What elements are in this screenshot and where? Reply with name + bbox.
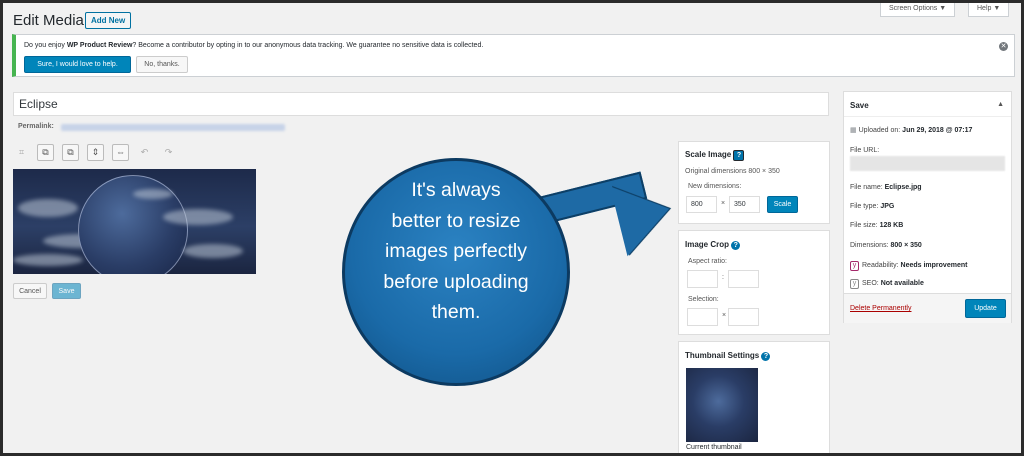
update-button[interactable]: Update <box>965 299 1006 318</box>
crop-icon[interactable]: ⌗ <box>13 144 30 161</box>
scale-image-title: Scale Image ? <box>685 150 745 161</box>
divider <box>844 116 1011 117</box>
file-type: File type: JPG <box>850 203 895 210</box>
rotate-right-icon[interactable]: ⧉ <box>62 144 79 161</box>
original-dimensions: Original dimensions 800 × 350 <box>685 168 780 175</box>
opt-in-button[interactable]: Sure, I would love to help. <box>24 56 131 73</box>
data-tracking-notice: Do you enjoy WP Product Review? Become a… <box>12 34 1015 77</box>
callout-line: better to resize <box>391 209 521 232</box>
scale-image-panel: Scale Image ? Original dimensions 800 × … <box>678 141 830 224</box>
colon-sign: : <box>722 274 724 281</box>
edit-media-screen: Screen Options ▼ Help ▼ Edit Media Add N… <box>3 3 1021 453</box>
aspect-height-input[interactable] <box>728 270 759 288</box>
current-thumbnail-label: Current thumbnail <box>686 444 742 451</box>
dimensions: Dimensions: 800 × 350 <box>850 242 922 249</box>
flip-horizontal-icon[interactable]: ⇔ <box>112 144 129 161</box>
help-tab[interactable]: Help ▼ <box>968 3 1010 17</box>
callout-text: It's always better to resize images perf… <box>362 175 550 328</box>
file-url-field[interactable] <box>850 156 1005 171</box>
callout-line: them. <box>431 301 481 323</box>
save-box-title: Save <box>850 101 869 110</box>
times-sign: × <box>722 312 727 319</box>
selection-label: Selection: <box>688 296 719 303</box>
screen-options-tab[interactable]: Screen Options ▼ <box>880 3 956 17</box>
thumbnail-settings-panel: Thumbnail Settings ? Current thumbnail <box>678 341 830 453</box>
title-input[interactable]: Eclipse <box>13 92 829 116</box>
readability-score: y Readability: Needs improvement <box>850 261 967 271</box>
permalink-url[interactable] <box>61 124 285 131</box>
calendar-icon: ▦ <box>850 127 857 134</box>
save-button[interactable]: Save <box>52 283 81 299</box>
add-new-button[interactable]: Add New <box>85 12 132 29</box>
help-icon[interactable]: ? <box>733 150 745 161</box>
scale-button[interactable]: Scale <box>767 196 798 213</box>
save-box: Save ▲ ▦ Uploaded on: Jun 29, 2018 @ 07:… <box>843 91 1012 323</box>
uploaded-on: ▦ Uploaded on: Jun 29, 2018 @ 07:17 <box>850 127 973 134</box>
notice-message: Do you enjoy WP Product Review? Become a… <box>24 42 483 49</box>
selection-width-input[interactable] <box>687 308 718 326</box>
undo-icon[interactable]: ↶ <box>136 144 153 161</box>
thumbnail-settings-title: Thumbnail Settings ? <box>685 351 771 361</box>
aspect-width-input[interactable] <box>687 270 718 288</box>
yoast-icon: y <box>850 279 859 289</box>
help-icon[interactable]: ? <box>761 352 771 361</box>
rotate-left-icon[interactable]: ⧉ <box>37 144 54 161</box>
notice-text-start: Do you enjoy <box>24 42 67 49</box>
callout-line: images perfectly <box>385 240 527 262</box>
image-crop-title: Image Crop ? <box>685 240 741 250</box>
image-preview[interactable] <box>13 169 256 274</box>
thumbnail-image <box>686 368 758 442</box>
flip-vertical-icon[interactable]: ⇕ <box>87 144 104 161</box>
cancel-button[interactable]: Cancel <box>13 283 47 299</box>
help-icon[interactable]: ? <box>731 241 741 250</box>
scale-width-input[interactable]: 800 <box>686 196 717 213</box>
new-dimensions-label: New dimensions: <box>688 183 742 190</box>
page-title: Edit Media <box>13 12 84 29</box>
collapse-icon[interactable]: ▲ <box>997 101 1004 108</box>
yoast-icon: y <box>850 261 859 271</box>
file-url-label: File URL: <box>850 147 880 154</box>
file-name: File name: Eclipse.jpg <box>850 184 922 191</box>
callout-arrow-head <box>610 173 678 257</box>
callout-line: before uploading <box>383 270 529 293</box>
notice-text-end: ? Become a contributor by opting in to o… <box>132 42 484 49</box>
close-icon[interactable]: ✕ <box>999 42 1008 51</box>
image-crop-panel: Image Crop ? Aspect ratio: : Selection: … <box>678 230 830 335</box>
scale-height-input[interactable]: 350 <box>729 196 760 213</box>
file-size: File size: 128 KB <box>850 222 904 229</box>
notice-plugin-name: WP Product Review <box>66 42 133 49</box>
permalink-label: Permalink: <box>18 123 54 130</box>
delete-permanently-link[interactable]: Delete Permanently <box>850 305 911 312</box>
aspect-ratio-label: Aspect ratio: <box>688 258 727 265</box>
times-sign: × <box>721 200 726 207</box>
selection-height-input[interactable] <box>728 308 759 326</box>
decline-button[interactable]: No, thanks. <box>136 56 188 73</box>
callout-line: It's always <box>411 179 501 201</box>
seo-score: y SEO: Not available <box>850 279 924 289</box>
redo-icon[interactable]: ↷ <box>160 144 177 161</box>
planet-image <box>78 175 188 274</box>
